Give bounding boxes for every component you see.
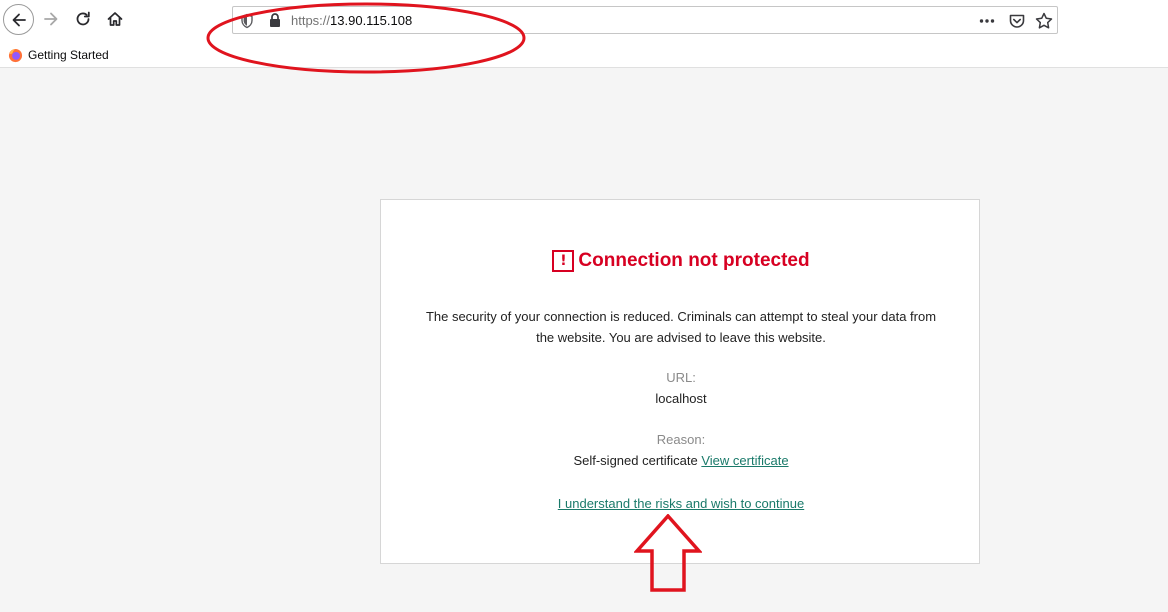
reason-label: Reason: [656,432,706,447]
forward-button[interactable] [36,4,66,34]
url-value: localhost [655,391,707,406]
lock-icon[interactable] [267,12,283,28]
url-scheme: https:// [291,13,331,28]
arrow-left-icon [12,13,26,26]
bookmarks-toolbar: Getting Started [0,42,1168,68]
reason-row: Self-signed certificate View certificate [381,453,981,468]
home-icon [107,12,123,26]
back-button[interactable] [3,4,34,35]
page-title: Connection not protected [578,250,810,271]
reload-icon [76,11,90,26]
page-actions-menu-icon[interactable] [977,11,997,31]
browser-toolbar: https://13.90.115.108 [0,0,1168,42]
url-text[interactable]: https://13.90.115.108 [291,13,412,29]
address-bar[interactable]: https://13.90.115.108 [232,6,1058,34]
continue-link[interactable]: I understand the risks and wish to conti… [558,496,804,511]
warning-card: ! Connection not protected The security … [380,199,980,564]
warning-icon: ! [552,250,575,272]
home-button[interactable] [100,4,130,34]
bookmark-getting-started[interactable]: Getting Started [8,46,109,64]
bookmark-star-icon[interactable] [1034,11,1054,31]
warning-title-row: ! Connection not protected [381,250,981,272]
reason-value: Self-signed certificate [573,453,698,468]
url-label: URL: [666,370,696,385]
warning-description: The security of your connection is reduc… [425,309,937,345]
reload-button[interactable] [68,4,98,34]
pocket-icon[interactable] [1007,11,1027,31]
view-certificate-link[interactable]: View certificate [701,453,788,468]
url-host: 13.90.115.108 [330,13,413,28]
tracking-protection-shield-icon[interactable] [239,13,255,29]
firefox-icon [8,48,23,62]
bookmark-label: Getting Started [28,48,109,62]
continue-row: I understand the risks and wish to conti… [381,496,981,511]
arrow-right-icon [44,12,58,26]
